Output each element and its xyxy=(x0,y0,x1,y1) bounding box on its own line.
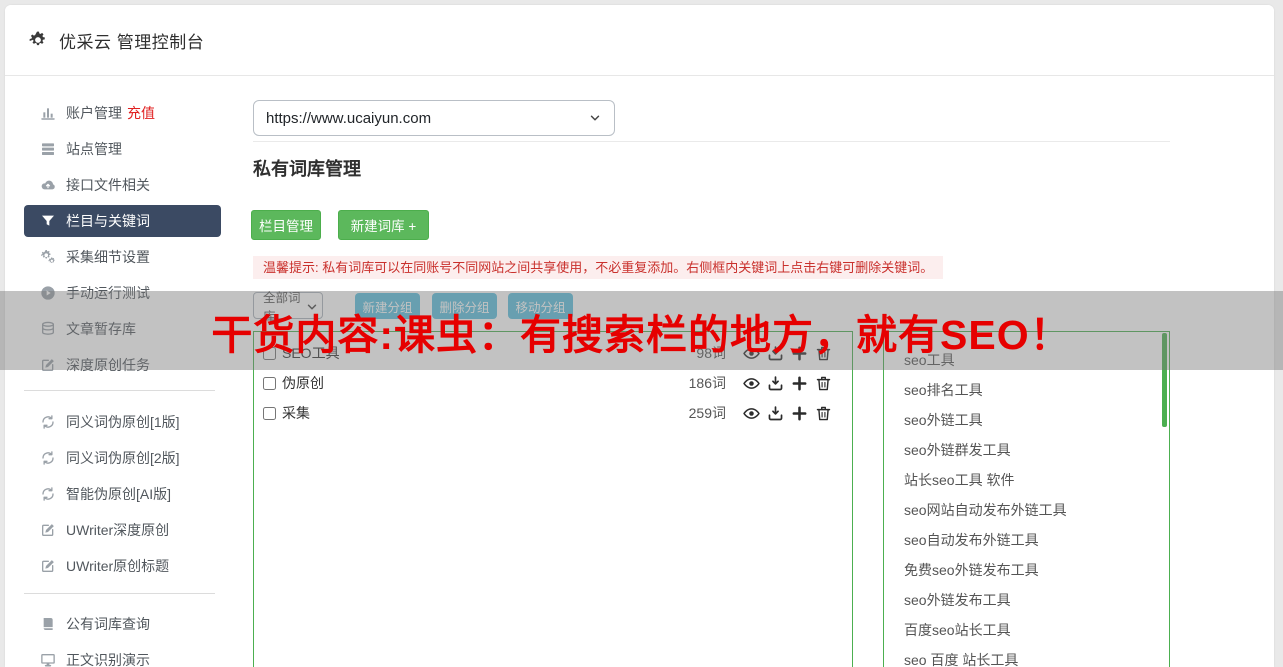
sidebar-item-label: 站点管理 xyxy=(66,141,122,157)
plus-icon[interactable] xyxy=(791,405,808,422)
sidebar-item-label: 栏目与关键词 xyxy=(66,213,150,229)
new-lexicon-button[interactable]: 新建词库 + xyxy=(338,210,429,240)
lexicon-name: 采集 xyxy=(282,405,310,421)
filter-icon xyxy=(39,212,57,230)
keyword-list-panel: seo工具 seo排名工具 seo外链工具 seo外链群发工具 站长seo工具 软件 se… xyxy=(883,331,1170,667)
sidebar-item-UWriter原创标题[interactable]: UWriter原创标题 xyxy=(5,548,240,584)
download-icon[interactable] xyxy=(767,375,784,392)
sidebar-item-账户管理[interactable]: 账户管理 充值 xyxy=(5,95,240,131)
keyword-item[interactable]: seo 百度 站长工具 xyxy=(904,645,1169,667)
lexicon-word-count: 259词 xyxy=(688,405,726,421)
tip-message: 温馨提示: 私有词库可以在同账号不同网站之间共享使用，不必重复添加。右侧框内关键… xyxy=(253,256,944,279)
sidebar-item-采集细节设置[interactable]: 采集细节设置 xyxy=(5,239,240,275)
sidebar-nav: 账户管理 充值 站点管理 接口文件相关 栏目与关键词 采集细节设置 手动运行测试 文章暂存库深… xyxy=(5,95,240,667)
lexicon-checkbox[interactable] xyxy=(263,406,276,420)
sidebar-item-label: 同义词伪原创[2版] xyxy=(66,450,180,466)
keyword-item[interactable]: seo排名工具 xyxy=(904,375,1169,405)
sidebar-item-站点管理[interactable]: 站点管理 xyxy=(5,131,240,167)
ucaiyun-admin-console: { "header": { "title": "优采云 管理控制台" }, "s… xyxy=(0,0,1283,667)
sidebar-divider xyxy=(24,593,215,594)
sidebar-item-公有词库查询[interactable]: 公有词库查询 xyxy=(5,606,240,642)
monitor-icon xyxy=(39,651,57,667)
gear-icon xyxy=(28,30,48,50)
refresh-icon xyxy=(39,413,57,431)
sidebar-item-label: 正文识别演示 xyxy=(66,652,150,667)
download-icon[interactable] xyxy=(767,405,784,422)
sidebar-item-label: UWriter原创标题 xyxy=(66,558,170,574)
keyword-item[interactable]: seo外链群发工具 xyxy=(904,435,1169,465)
sidebar-item-同义词伪原创[1版][interactable]: 同义词伪原创[1版] xyxy=(5,404,240,440)
sidebar-item-栏目与关键词[interactable]: 栏目与关键词 xyxy=(5,203,240,239)
sidebar-item-label: 智能伪原创[AI版] xyxy=(66,486,172,502)
site-select-value: https://www.ucaiyun.com xyxy=(266,109,432,127)
keyword-item[interactable]: 站长seo工具 软件 xyxy=(904,465,1169,495)
sidebar-item-label: 公有词库查询 xyxy=(66,616,150,632)
section-divider xyxy=(253,141,1170,142)
gears-icon xyxy=(39,248,57,266)
lexicon-row: 采集 259词 xyxy=(254,398,852,428)
app-title: 优采云 管理控制台 xyxy=(59,32,205,52)
lexicon-row: 伪原创 186词 xyxy=(254,368,852,398)
keyword-item[interactable]: seo外链发布工具 xyxy=(904,585,1169,615)
sidebar-item-正文识别演示[interactable]: 正文识别演示 xyxy=(5,642,240,667)
app-header: 优采云 管理控制台 xyxy=(5,5,1274,76)
keyword-item[interactable]: 免费seo外链发布工具 xyxy=(904,555,1169,585)
cloud-upload-icon xyxy=(39,176,57,194)
sidebar-item-label: UWriter深度原创 xyxy=(66,522,170,538)
column-manage-button[interactable]: 栏目管理 xyxy=(251,210,321,240)
page-title: 私有词库管理 xyxy=(253,159,361,179)
edit-icon xyxy=(39,557,57,575)
site-select[interactable]: https://www.ucaiyun.com xyxy=(253,100,615,136)
sidebar-item-同义词伪原创[2版][interactable]: 同义词伪原创[2版] xyxy=(5,440,240,476)
sidebar-item-label: 接口文件相关 xyxy=(66,177,150,193)
sidebar-divider xyxy=(24,390,215,391)
refresh-icon xyxy=(39,449,57,467)
plus-icon[interactable] xyxy=(791,375,808,392)
sidebar-item-label: 账户管理 xyxy=(66,105,122,121)
bar-chart-icon xyxy=(39,104,57,122)
refresh-icon xyxy=(39,485,57,503)
keyword-item[interactable]: seo自动发布外链工具 xyxy=(904,525,1169,555)
watermark-text: 干货内容:课虫：有搜索栏的地方，就有SEO！ xyxy=(211,311,1072,358)
lexicon-list-panel: SEO工具 98词 伪原创 186词 采集 259词 xyxy=(253,331,853,667)
sidebar-item-智能伪原创[AI版][interactable]: 智能伪原创[AI版] xyxy=(5,476,240,512)
recharge-badge[interactable]: 充值 xyxy=(127,103,155,123)
keyword-item[interactable]: 百度seo站长工具 xyxy=(904,615,1169,645)
sidebar-item-UWriter深度原创[interactable]: UWriter深度原创 xyxy=(5,512,240,548)
lexicon-checkbox[interactable] xyxy=(263,376,276,390)
keyword-item[interactable]: seo外链工具 xyxy=(904,405,1169,435)
sidebar-item-接口文件相关[interactable]: 接口文件相关 xyxy=(5,167,240,203)
book-icon xyxy=(39,615,57,633)
trash-icon[interactable] xyxy=(815,405,832,422)
watermark-banner: 干货内容:课虫：有搜索栏的地方，就有SEO！ xyxy=(0,291,1283,370)
keyword-list: seo工具 seo排名工具 seo外链工具 seo外链群发工具 站长seo工具 软件 se… xyxy=(904,345,1169,667)
eye-icon[interactable] xyxy=(743,375,760,392)
sidebar-item-label: 同义词伪原创[1版] xyxy=(66,414,180,430)
lexicon-name: 伪原创 xyxy=(282,375,324,391)
trash-icon[interactable] xyxy=(815,375,832,392)
lexicon-word-count: 186词 xyxy=(688,375,726,391)
eye-icon[interactable] xyxy=(743,405,760,422)
sidebar-item-label: 采集细节设置 xyxy=(66,249,150,265)
edit-icon xyxy=(39,521,57,539)
chevron-down-icon xyxy=(588,111,602,125)
keyword-item[interactable]: seo网站自动发布外链工具 xyxy=(904,495,1169,525)
server-list-icon xyxy=(39,140,57,158)
